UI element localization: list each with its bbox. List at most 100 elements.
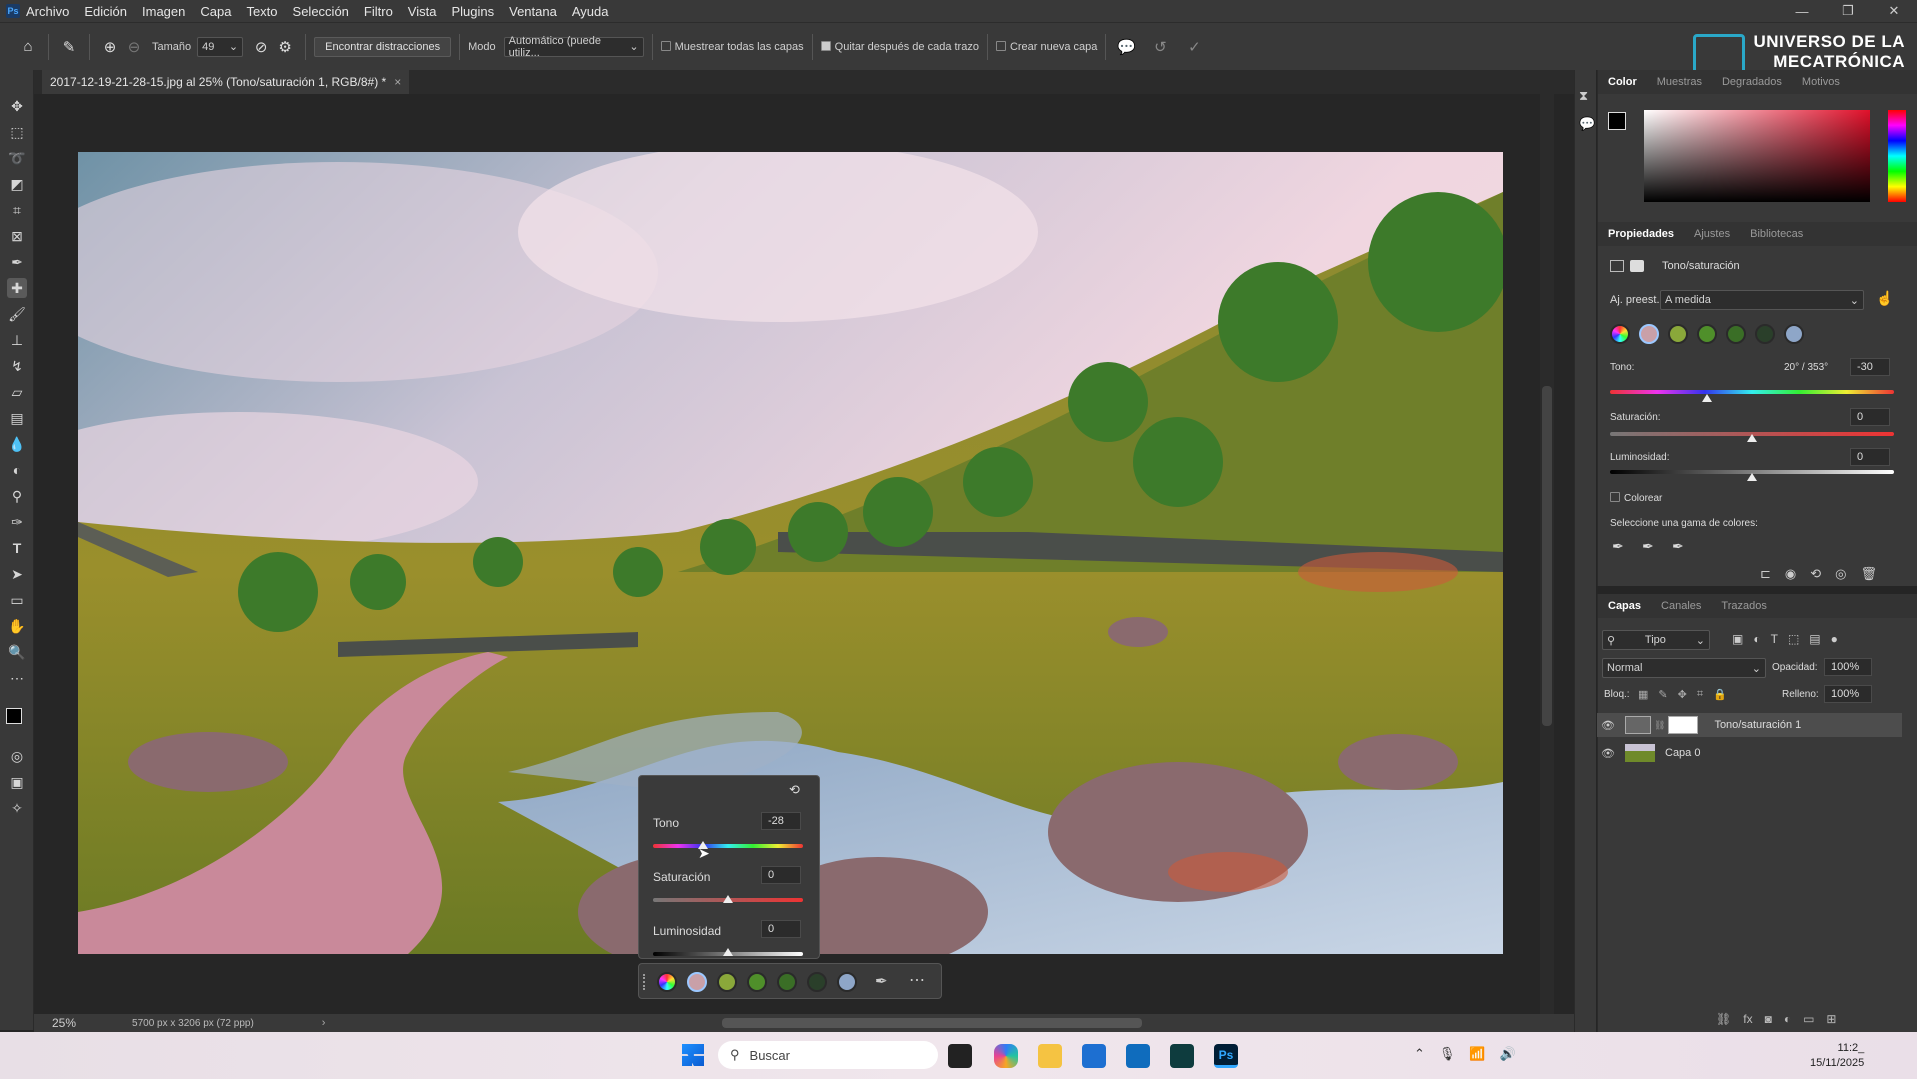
- add-mode-icon[interactable]: ⊕: [98, 35, 122, 59]
- shape-filter-icon[interactable]: ⬚: [1788, 632, 1799, 646]
- copilot-icon[interactable]: [994, 1044, 1018, 1068]
- history-brush-tool-icon[interactable]: ↯: [7, 356, 27, 376]
- prop-range-swatch-1[interactable]: [1639, 324, 1659, 344]
- prop-lum-input[interactable]: 0: [1850, 448, 1890, 466]
- healing-brush-tool-icon[interactable]: ✎: [57, 35, 81, 59]
- windows-start-icon[interactable]: [682, 1044, 704, 1066]
- add-mask-icon[interactable]: ◙: [1765, 1012, 1772, 1026]
- float-lum-slider-thumb[interactable]: [723, 948, 733, 956]
- home-icon[interactable]: ⌂: [16, 35, 40, 59]
- lock-pixels-icon[interactable]: ✎: [1658, 688, 1667, 701]
- generative-fill-icon[interactable]: ✧: [7, 798, 27, 818]
- store-icon[interactable]: [1082, 1044, 1106, 1068]
- create-layer-checkbox[interactable]: Crear nueva capa: [995, 40, 1097, 53]
- prop-range-swatch-6[interactable]: [1784, 324, 1804, 344]
- range-swatch-5[interactable]: [807, 972, 827, 992]
- prop-sat-input[interactable]: 0: [1850, 408, 1890, 426]
- document-tab[interactable]: 2017-12-19-21-28-15.jpg al 25% (Tono/sat…: [42, 70, 410, 94]
- new-layer-icon[interactable]: ⊞: [1826, 1012, 1836, 1026]
- lock-transparent-icon[interactable]: ▦: [1638, 688, 1648, 701]
- zoom-tool-icon[interactable]: 🔍: [7, 642, 27, 662]
- hue-strip[interactable]: [1888, 110, 1906, 202]
- view-previous-icon[interactable]: ◉: [1785, 566, 1796, 582]
- range-swatch-1[interactable]: [687, 972, 707, 992]
- new-group-icon[interactable]: ▭: [1803, 1012, 1814, 1026]
- type-filter-icon[interactable]: T: [1771, 632, 1778, 646]
- mode-select[interactable]: Automático (puede utiliz... ⌄: [503, 35, 644, 59]
- layer-row-hue-sat[interactable]: 👁 ⛓ Tono/saturación 1: [1597, 713, 1902, 737]
- preset-select[interactable]: A medida ⌄: [1660, 290, 1864, 310]
- clip-to-layer-icon[interactable]: ⊏: [1760, 566, 1771, 582]
- microphone-icon[interactable]: 🎙: [1439, 1046, 1456, 1062]
- visibility-eye-icon[interactable]: 👁: [1597, 719, 1619, 732]
- filter-toggle-icon[interactable]: ●: [1831, 632, 1838, 646]
- prop-sat-slider-thumb[interactable]: [1747, 434, 1757, 442]
- undo-icon[interactable]: ↺: [1148, 35, 1172, 59]
- quick-mask-icon[interactable]: ◎: [7, 746, 27, 766]
- brush-tool-icon[interactable]: 🖌: [7, 304, 27, 324]
- eyedropper-plus-icon[interactable]: ✒: [1642, 538, 1654, 555]
- target-adjustment-hand-icon[interactable]: ☝: [1876, 290, 1893, 307]
- fill-input[interactable]: 100%: [1824, 685, 1872, 703]
- prop-range-swatch-3[interactable]: [1697, 324, 1717, 344]
- feedback-icon[interactable]: 💬: [1114, 35, 1138, 59]
- blur-tool-icon[interactable]: 💧: [7, 434, 27, 454]
- trash-icon[interactable]: 🗑: [1861, 566, 1878, 582]
- app-icon[interactable]: [1170, 1044, 1194, 1068]
- tab-motivos[interactable]: Motivos: [1802, 76, 1840, 88]
- history-panel-icon[interactable]: ⧗: [1579, 88, 1588, 104]
- file-explorer-icon[interactable]: [1038, 1044, 1062, 1068]
- stamp-tool-icon[interactable]: ⊥: [7, 330, 27, 350]
- eyedropper-icon[interactable]: ✒: [875, 972, 888, 990]
- prop-range-swatch-2[interactable]: [1668, 324, 1688, 344]
- prop-range-swatch-5[interactable]: [1755, 324, 1775, 344]
- menu-imagen[interactable]: Imagen: [142, 4, 185, 19]
- tab-canales[interactable]: Canales: [1661, 600, 1701, 612]
- sample-all-checkbox[interactable]: Muestrear todas las capas: [660, 40, 804, 53]
- photoshop-taskbar-icon[interactable]: Ps: [1214, 1044, 1238, 1068]
- hand-tool-icon[interactable]: ✋: [7, 616, 27, 636]
- range-swatch-2[interactable]: [717, 972, 737, 992]
- comments-panel-icon[interactable]: 💬: [1579, 116, 1595, 132]
- visibility-eye-icon[interactable]: 👁: [1597, 747, 1619, 760]
- layer-filter-select[interactable]: ⚲ Tipo ⌄: [1602, 630, 1710, 650]
- menu-archivo[interactable]: Archivo: [26, 4, 69, 19]
- eyedropper-icon[interactable]: ✒: [1612, 538, 1624, 555]
- menu-ventana[interactable]: Ventana: [509, 4, 557, 19]
- chevron-right-icon[interactable]: ›: [322, 1017, 326, 1029]
- layer-mask-thumbnail[interactable]: [1668, 716, 1699, 734]
- gradient-tool-icon[interactable]: ▤: [7, 408, 27, 428]
- zoom-level[interactable]: 25%: [52, 1016, 76, 1030]
- chevron-up-icon[interactable]: ⌃: [1414, 1046, 1425, 1062]
- rectangle-tool-icon[interactable]: ▭: [7, 590, 27, 610]
- dodge-tool-icon[interactable]: ◐: [7, 460, 27, 480]
- smart-object-filter-icon[interactable]: ▤: [1809, 632, 1820, 646]
- pressure-size-icon[interactable]: ⊘: [249, 35, 273, 59]
- menu-plugins[interactable]: Plugins: [451, 4, 494, 19]
- tab-propiedades[interactable]: Propiedades: [1608, 228, 1674, 240]
- link-layers-icon[interactable]: ⛓: [1716, 1012, 1731, 1026]
- tab-color[interactable]: Color: [1608, 76, 1637, 88]
- foreground-color-chip[interactable]: [1608, 112, 1626, 130]
- range-swatch-4[interactable]: [777, 972, 797, 992]
- master-range-icon[interactable]: [1610, 324, 1630, 344]
- object-selection-tool-icon[interactable]: ◩: [7, 174, 27, 194]
- prop-tono-input[interactable]: -30: [1850, 358, 1890, 376]
- vertical-scroll-thumb[interactable]: [1542, 386, 1552, 726]
- menu-vista[interactable]: Vista: [408, 4, 437, 19]
- settings-gear-icon[interactable]: ⚙: [273, 35, 297, 59]
- adjustment-filter-icon[interactable]: ◐: [1753, 632, 1760, 646]
- minimize-icon[interactable]: —: [1779, 0, 1825, 22]
- menu-edicion[interactable]: Edición: [84, 4, 127, 19]
- opacity-input[interactable]: 100%: [1824, 658, 1872, 676]
- remove-after-checkbox[interactable]: Quitar después de cada trazo: [820, 40, 979, 53]
- marquee-tool-icon[interactable]: ⬚: [7, 122, 27, 142]
- clock[interactable]: 11:2_ 15/11/2025: [1810, 1041, 1864, 1071]
- photoshop-logo-icon[interactable]: Ps: [6, 4, 20, 18]
- colorize-checkbox[interactable]: Colorear: [1610, 492, 1662, 504]
- find-distractions-button[interactable]: Encontrar distracciones: [314, 36, 452, 57]
- outlook-icon[interactable]: [1126, 1044, 1150, 1068]
- path-selection-tool-icon[interactable]: ➤: [7, 564, 27, 584]
- menu-filtro[interactable]: Filtro: [364, 4, 393, 19]
- frame-tool-icon[interactable]: ⊠: [7, 226, 27, 246]
